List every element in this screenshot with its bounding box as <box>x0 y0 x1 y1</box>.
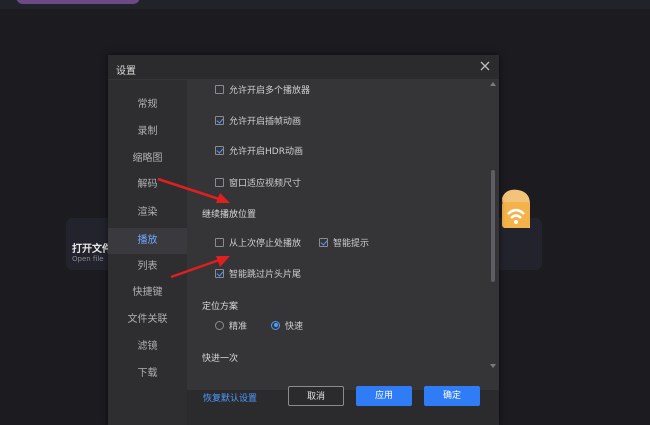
sidebar-item-filters[interactable]: 滤镜 <box>108 334 187 360</box>
sidebar-item-playback[interactable]: 播放 <box>108 228 187 254</box>
sidebar-item-download[interactable]: 下载 <box>108 361 187 387</box>
cancel-button[interactable]: 取消 <box>288 386 344 406</box>
skip-intro-checkbox[interactable] <box>215 268 224 278</box>
multi-player-label: 允许开启多个播放器 <box>229 85 311 96</box>
seek-precise-label: 精准 <box>229 321 248 332</box>
scrollbar-thumb[interactable] <box>491 170 495 282</box>
apply-button[interactable]: 应用 <box>356 386 412 406</box>
sidebar-item-file-assoc[interactable]: 文件关联 <box>108 307 187 333</box>
window-fit-checkbox[interactable] <box>215 177 224 187</box>
resume-last-checkbox[interactable] <box>215 237 224 247</box>
option-seek-precise[interactable]: 精准 <box>215 318 247 332</box>
smart-hint-label: 智能提示 <box>333 238 370 249</box>
option-hdr[interactable]: 允许开启HDR动画 <box>215 143 303 157</box>
option-window-fit[interactable]: 窗口适应视频尺寸 <box>215 175 301 189</box>
option-smart-hint[interactable]: 智能提示 <box>319 235 369 249</box>
settings-dialog: 设置 常规 录制 缩略图 解码 渲染 播放 列表 快捷键 文件关联 滤镜 下载 … <box>108 55 499 425</box>
resume-last-label: 从上次停止处播放 <box>229 238 302 249</box>
hdr-checkbox[interactable] <box>215 145 224 155</box>
sidebar-item-shortcuts[interactable]: 快捷键 <box>108 280 187 306</box>
option-multi-player[interactable]: 允许开启多个播放器 <box>215 82 310 96</box>
resume-section-title: 继续播放位置 <box>202 210 257 220</box>
frame-interp-checkbox[interactable] <box>215 115 224 125</box>
option-frame-interp[interactable]: 允许开启插帧动画 <box>215 113 301 127</box>
hdr-label: 允许开启HDR动画 <box>229 146 303 157</box>
seek-fast-radio[interactable] <box>271 320 280 330</box>
frame-interp-label: 允许开启插帧动画 <box>229 116 302 127</box>
scroll-up-icon[interactable] <box>490 82 496 86</box>
seek-fast-label: 快速 <box>285 321 304 332</box>
multi-player-checkbox[interactable] <box>215 84 224 94</box>
close-icon[interactable] <box>479 60 491 72</box>
scroll-down-icon[interactable] <box>490 364 496 368</box>
window-fit-label: 窗口适应视频尺寸 <box>229 178 302 189</box>
forward-section-title: 快进一次 <box>202 354 239 364</box>
sidebar-item-record[interactable]: 录制 <box>108 119 187 145</box>
sidebar-item-thumbnail[interactable]: 缩略图 <box>108 146 187 172</box>
settings-content: 允许开启多个播放器 允许开启插帧动画 允许开启HDR动画 窗口适应视频尺寸 继续… <box>187 80 499 390</box>
ok-button[interactable]: 确定 <box>424 386 480 406</box>
top-pill-button[interactable] <box>16 0 140 4</box>
open-file-card-subtitle: Open file <box>72 255 104 263</box>
seek-section-title: 定位方案 <box>202 302 239 312</box>
option-seek-fast[interactable]: 快速 <box>271 318 303 332</box>
skip-intro-label: 智能跳过片头片尾 <box>229 269 302 280</box>
sidebar-item-playlist[interactable]: 列表 <box>108 254 187 280</box>
restore-defaults-link[interactable]: 恢复默认设置 <box>203 391 257 404</box>
sidebar-item-render[interactable]: 渲染 <box>108 200 187 226</box>
sidebar-item-general[interactable]: 常规 <box>108 92 187 118</box>
option-resume-last[interactable]: 从上次停止处播放 <box>215 235 301 249</box>
content-scrollbar[interactable] <box>490 82 496 368</box>
smart-hint-checkbox[interactable] <box>319 237 328 247</box>
top-bar <box>0 0 650 9</box>
dialog-title: 设置 <box>116 66 136 77</box>
option-skip-intro[interactable]: 智能跳过片头片尾 <box>215 266 301 280</box>
settings-sidebar: 常规 录制 缩略图 解码 渲染 播放 列表 快捷键 文件关联 滤镜 下载 <box>108 80 187 425</box>
seek-precise-radio[interactable] <box>215 320 224 330</box>
open-file-card-title: 打开文件 <box>72 244 112 255</box>
sidebar-item-decode[interactable]: 解码 <box>108 172 187 198</box>
wifi-hand-icon <box>502 189 530 228</box>
